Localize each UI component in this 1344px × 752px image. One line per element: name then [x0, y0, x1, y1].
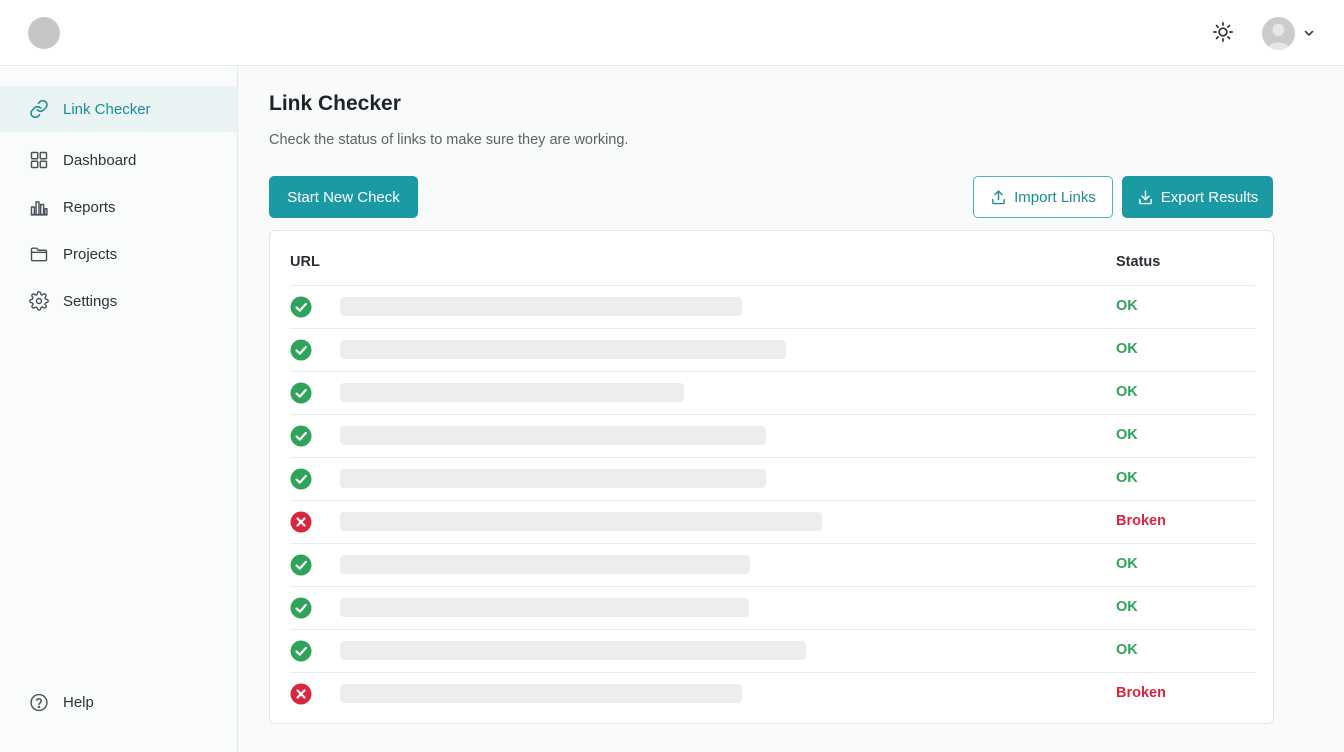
button-label: Import Links [1014, 188, 1096, 206]
table-row[interactable]: OK [290, 629, 1255, 672]
table-row[interactable]: OK [290, 543, 1255, 586]
check-circle-icon [290, 425, 312, 447]
check-circle-icon [290, 554, 312, 576]
sidebar-item-label: Link Checker [63, 100, 151, 118]
check-circle-icon [290, 597, 312, 619]
sidebar-item-settings[interactable]: Settings [0, 278, 237, 324]
help-circle-icon [29, 692, 49, 712]
url-placeholder[interactable] [340, 641, 806, 660]
bar-chart-icon [29, 197, 49, 217]
status-text: OK [1116, 298, 1138, 314]
url-placeholder[interactable] [340, 684, 742, 703]
status-text: Broken [1116, 685, 1166, 701]
url-placeholder[interactable] [340, 469, 766, 488]
sidebar-item-dashboard[interactable]: Dashboard [0, 137, 237, 183]
check-circle-icon [290, 382, 312, 404]
top-bar [0, 0, 1344, 66]
status-text: OK [1116, 556, 1138, 572]
url-placeholder[interactable] [340, 297, 742, 316]
table-row[interactable]: OK [290, 371, 1255, 414]
status-text: OK [1116, 642, 1138, 658]
check-circle-icon [290, 468, 312, 490]
column-header-status: Status [1116, 254, 1161, 270]
table-row[interactable]: OK [290, 457, 1255, 500]
button-label: Start New Check [287, 188, 400, 206]
download-icon [1138, 189, 1152, 204]
status-text: OK [1116, 384, 1138, 400]
status-text: OK [1116, 341, 1138, 357]
url-placeholder[interactable] [340, 512, 822, 531]
link-icon [29, 99, 49, 119]
upload-icon [992, 189, 1006, 204]
export-results-button[interactable]: Export Results [1122, 176, 1273, 218]
start-new-check-button[interactable]: Start New Check [269, 176, 418, 218]
x-circle-icon [290, 683, 312, 705]
grid-icon [29, 150, 49, 170]
table-row[interactable]: OK [290, 414, 1255, 457]
check-circle-icon [290, 339, 312, 361]
gear-icon [29, 291, 49, 311]
status-text: Broken [1116, 513, 1166, 529]
url-placeholder[interactable] [340, 598, 749, 617]
sidebar-item-help[interactable]: Help [0, 679, 237, 725]
main-content: Link Checker Check the status of links t… [238, 66, 1344, 752]
check-circle-icon [290, 296, 312, 318]
table-row[interactable]: OK [290, 285, 1255, 328]
links-table: URL Status OK OK OK OK OK Broken OK OK OK Broken [269, 230, 1274, 724]
page-subtitle: Check the status of links to make sure t… [269, 132, 629, 148]
x-circle-icon [290, 511, 312, 533]
sidebar: Link Checker Dashboard Reports Projects … [0, 66, 238, 752]
sidebar-item-label: Reports [63, 198, 116, 216]
sidebar-item-label: Projects [63, 245, 118, 263]
button-label: Export Results [1160, 188, 1259, 206]
import-links-button[interactable]: Import Links [973, 176, 1113, 218]
sidebar-item-label: Settings [63, 292, 118, 310]
page-title: Link Checker [269, 92, 401, 115]
url-placeholder[interactable] [340, 426, 766, 445]
avatar [1262, 16, 1295, 50]
status-text: OK [1116, 470, 1138, 486]
sidebar-item-link-checker[interactable]: Link Checker [0, 86, 237, 132]
table-row[interactable]: OK [290, 328, 1255, 371]
table-row[interactable]: OK [290, 586, 1255, 629]
chevron-down-icon [1304, 30, 1314, 36]
status-text: OK [1116, 427, 1138, 443]
table-row[interactable]: Broken [290, 672, 1255, 715]
sidebar-item-reports[interactable]: Reports [0, 184, 237, 230]
url-placeholder[interactable] [340, 555, 750, 574]
theme-toggle-button[interactable] [1211, 20, 1235, 44]
url-placeholder[interactable] [340, 383, 684, 402]
sun-icon [1213, 22, 1233, 42]
user-silhouette-icon [1267, 23, 1290, 50]
sidebar-item-label: Dashboard [63, 151, 137, 169]
status-text: OK [1116, 599, 1138, 615]
table-row[interactable]: Broken [290, 500, 1255, 543]
url-placeholder[interactable] [340, 340, 786, 359]
user-menu[interactable] [1262, 16, 1315, 50]
sidebar-item-projects[interactable]: Projects [0, 231, 237, 277]
app-logo[interactable] [28, 17, 60, 49]
sidebar-item-label: Help [63, 693, 94, 711]
folder-icon [29, 244, 49, 264]
check-circle-icon [290, 640, 312, 662]
column-header-url: URL [290, 254, 320, 270]
